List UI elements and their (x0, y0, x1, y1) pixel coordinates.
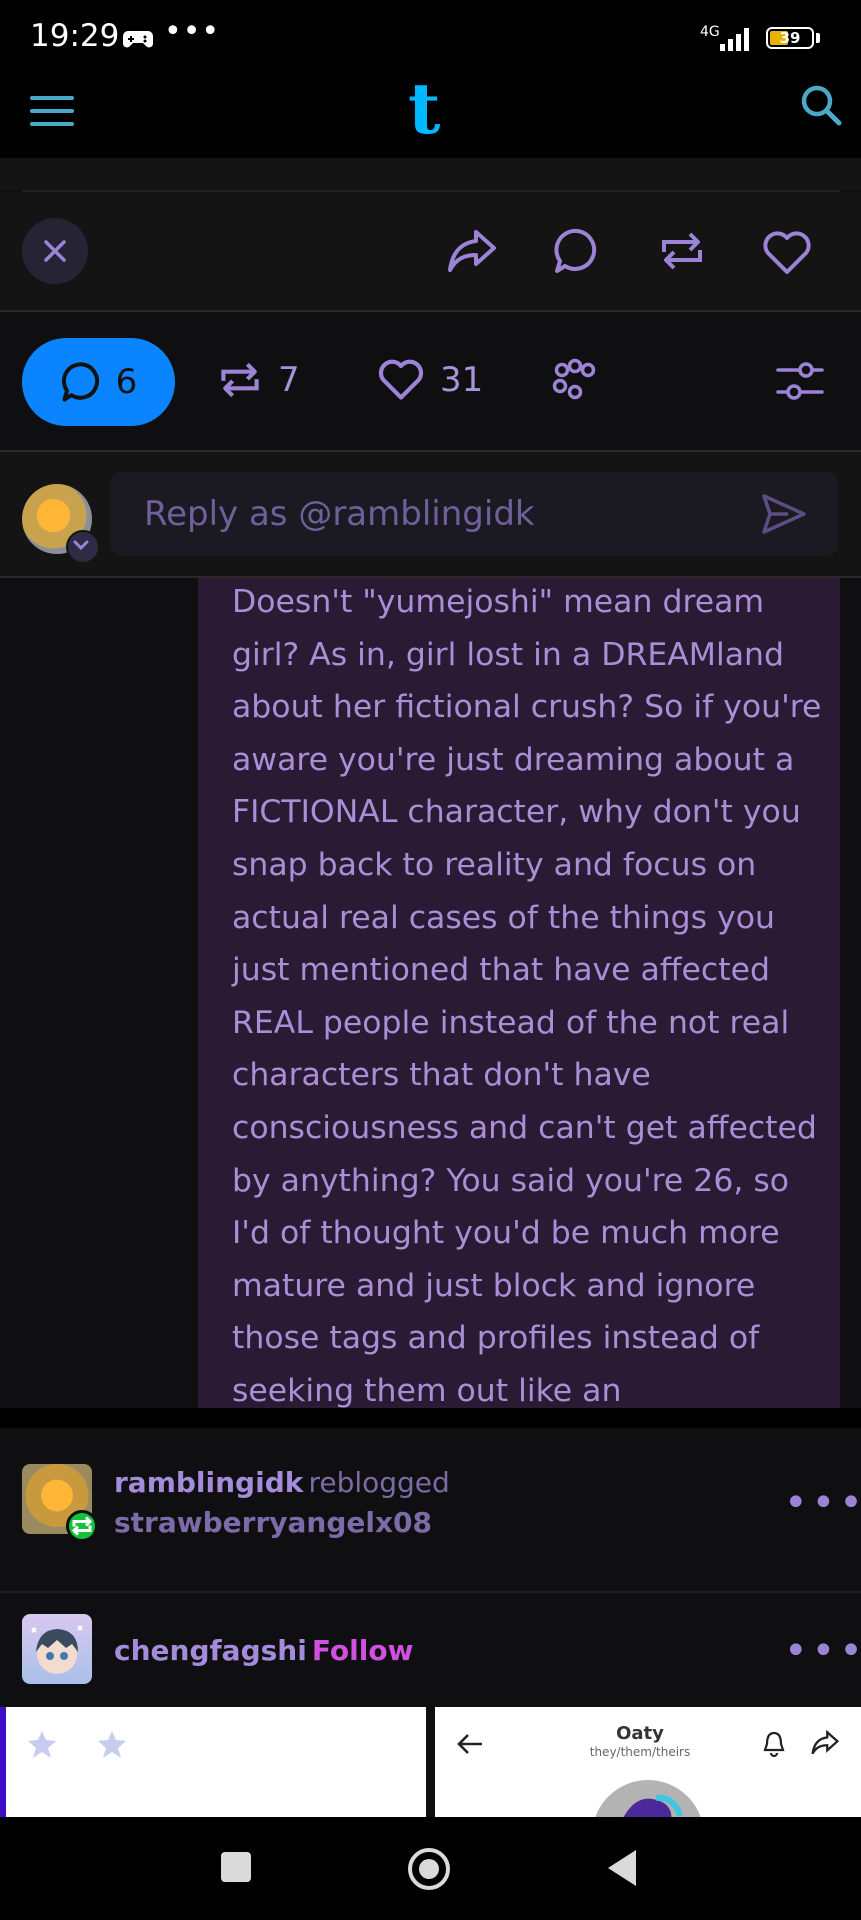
note-action: reblogged (308, 1466, 450, 1499)
follow-note-line: chengfagshi Follow (114, 1634, 413, 1667)
heart-icon[interactable] (376, 356, 426, 402)
follow-button[interactable]: Follow (312, 1634, 414, 1667)
likes-count[interactable]: 31 (440, 360, 483, 400)
avatar-image (31, 1625, 83, 1674)
reblogs-count[interactable]: 7 (278, 360, 300, 400)
heart-icon[interactable] (760, 228, 814, 276)
home-button[interactable] (408, 1848, 450, 1890)
menu-icon[interactable] (30, 94, 76, 128)
avatar[interactable] (22, 1614, 92, 1684)
reblog-icon[interactable] (656, 228, 708, 274)
close-icon (44, 240, 66, 262)
game-controller-icon (123, 31, 153, 48)
account-switch-button[interactable] (66, 530, 100, 564)
send-icon[interactable] (760, 492, 808, 536)
network-type: 4G (700, 24, 720, 40)
close-button[interactable] (22, 218, 88, 284)
signal-icon (720, 28, 749, 51)
reply-text: Doesn't "yumejoshi" mean dream girl? As … (232, 584, 822, 1408)
community-icon[interactable] (552, 358, 598, 402)
reblog-icon[interactable] (216, 358, 264, 402)
note-username[interactable]: chengfagshi (114, 1634, 307, 1667)
filter-sliders-icon[interactable] (776, 358, 824, 404)
reblog-icon (71, 1516, 93, 1536)
share-icon[interactable] (446, 228, 498, 274)
reblog-badge (66, 1510, 98, 1542)
replies-count: 6 (115, 362, 138, 402)
battery-tip (816, 33, 820, 43)
reply-input[interactable] (110, 472, 838, 556)
bell-icon (763, 1731, 785, 1758)
section-separator (0, 1408, 861, 1428)
share-icon (811, 1730, 840, 1755)
reblog-note-line: ramblingidk reblogged (114, 1466, 450, 1499)
status-time: 19:29 (30, 18, 120, 54)
stars-decoration (28, 1731, 126, 1758)
comment-icon[interactable] (552, 226, 602, 276)
profile-name: Oaty (616, 1723, 664, 1744)
more-notifications-icon: ••• (164, 14, 221, 49)
post-actions-bar (0, 192, 861, 310)
post-image-preview[interactable] (0, 1707, 426, 1817)
replies-tab[interactable]: 6 (22, 338, 175, 426)
recent-apps-button[interactable] (221, 1852, 251, 1882)
chevron-down-icon (73, 540, 89, 551)
note-username[interactable]: ramblingidk (114, 1466, 303, 1499)
note-source-username[interactable]: strawberryangelx08 (114, 1506, 432, 1539)
tumblr-logo[interactable]: t (408, 72, 440, 146)
battery-level: 39 (779, 29, 801, 47)
more-options-icon[interactable]: ••• (784, 1628, 861, 1674)
more-options-icon[interactable]: ••• (784, 1480, 861, 1526)
profile-pronouns: they/them/theirs (589, 1745, 691, 1759)
search-icon[interactable] (800, 84, 842, 126)
post-top-band (0, 158, 861, 190)
divider (426, 1707, 435, 1817)
reply-bubble: Doesn't "yumejoshi" mean dream girl? As … (198, 578, 840, 1408)
comment-icon (61, 362, 99, 402)
back-button[interactable] (604, 1848, 638, 1888)
battery-icon: 39 (766, 27, 814, 49)
arrow-left-icon (457, 1734, 482, 1754)
